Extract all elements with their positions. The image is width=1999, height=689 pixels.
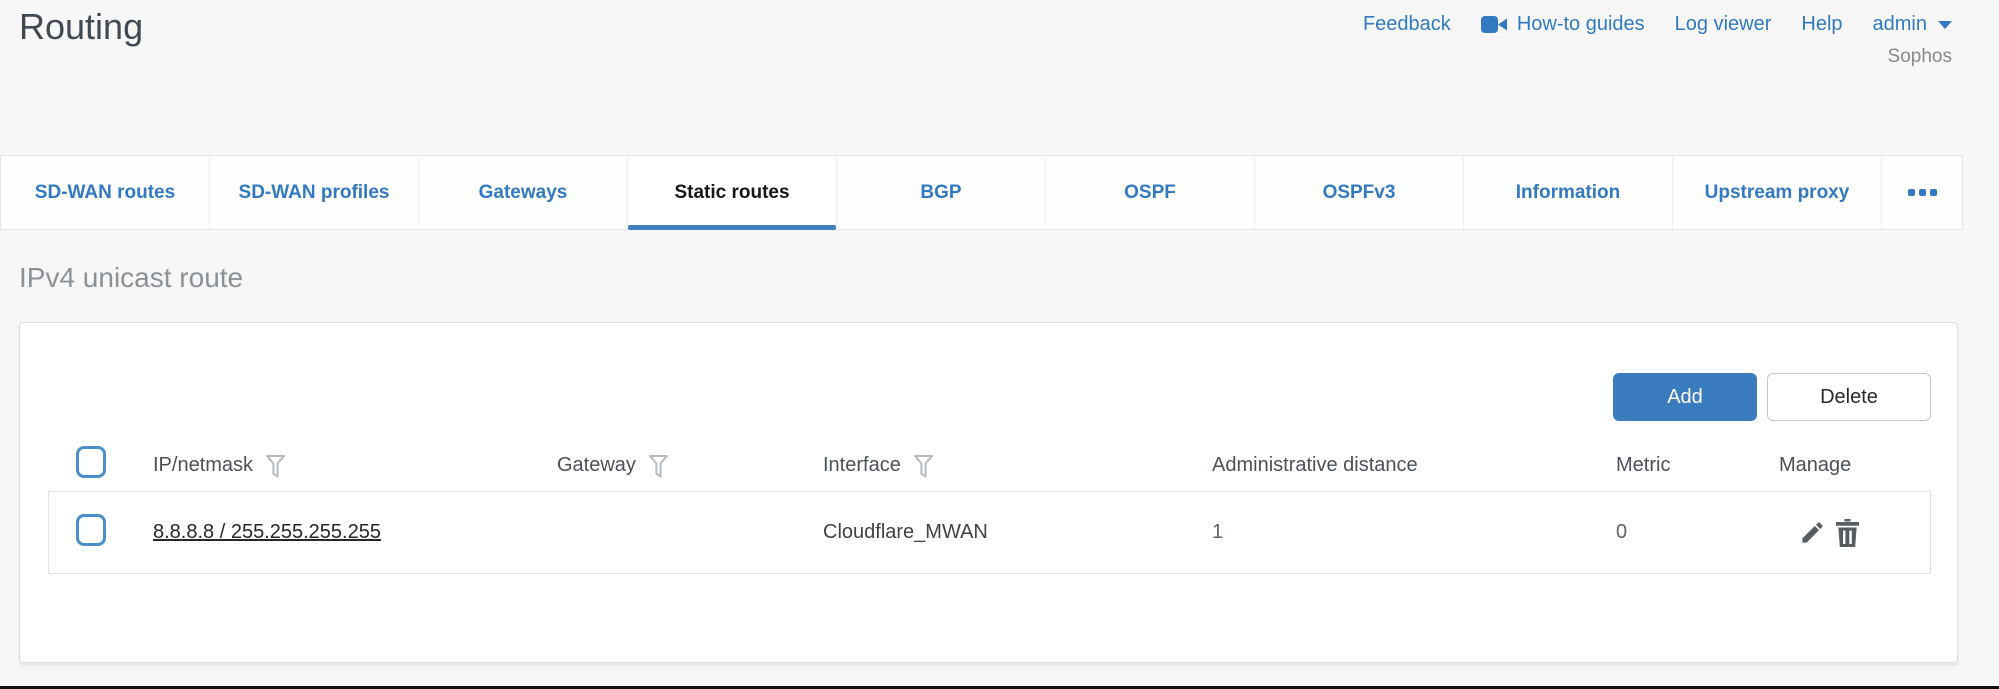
column-header-metric: Metric [1616,454,1779,477]
video-camera-icon [1481,15,1508,34]
tab-ospf[interactable]: OSPF [1046,156,1255,229]
delete-button[interactable]: Delete [1767,373,1931,421]
trash-icon[interactable] [1835,519,1860,547]
column-header-gateway: Gateway [557,450,823,481]
tab-bgp[interactable]: BGP [837,156,1046,229]
tab-sdwan-profiles[interactable]: SD-WAN profiles [210,156,419,229]
add-button[interactable]: Add [1613,373,1757,421]
tab-more-overflow[interactable] [1882,156,1962,229]
select-all-checkbox[interactable] [76,446,106,478]
table-actions: Add Delete [1613,373,1931,421]
pencil-icon[interactable] [1799,519,1826,546]
ellipsis-icon [1908,189,1937,196]
tab-information[interactable]: Information [1464,156,1673,229]
ip-netmask-link[interactable]: 8.8.8.8 / 255.255.255.255 [153,521,381,543]
routes-card: Add Delete IP/netmask Gateway [19,322,1958,663]
metric-cell: 0 [1616,521,1779,544]
administrative-distance-cell: 1 [1212,521,1616,544]
brand-label: Sophos [1888,46,1952,68]
column-header-interface: Interface [823,450,1212,481]
table-row: 8.8.8.8 / 255.255.255.255 Cloudflare_MWA… [48,491,1931,574]
help-link[interactable]: Help [1801,13,1842,36]
tab-bar: SD-WAN routes SD-WAN profiles Gateways S… [0,155,1963,230]
column-header-ip-netmask: IP/netmask [153,450,557,481]
row-checkbox[interactable] [76,514,106,546]
tab-static-routes[interactable]: Static routes [628,156,837,229]
tab-ospfv3[interactable]: OSPFv3 [1255,156,1464,229]
manage-cell [1779,519,1919,547]
tab-gateways[interactable]: Gateways [419,156,628,229]
page-title: Routing [19,6,143,48]
table-header: IP/netmask Gateway Interface [76,443,1937,487]
funnel-icon[interactable] [265,454,286,481]
admin-menu[interactable]: admin [1873,13,1952,36]
tab-upstream-proxy[interactable]: Upstream proxy [1673,156,1882,229]
column-header-administrative-distance: Administrative distance [1212,454,1616,477]
tab-sdwan-routes[interactable]: SD-WAN routes [1,156,210,229]
routing-page: Routing Feedback How-to guides Log viewe… [0,0,1999,689]
funnel-icon[interactable] [648,454,669,481]
column-header-manage: Manage [1779,454,1919,477]
utility-nav: Feedback How-to guides Log viewer Help a… [1363,13,1952,36]
interface-cell: Cloudflare_MWAN [823,521,1212,544]
chevron-down-icon [1938,21,1952,29]
feedback-link[interactable]: Feedback [1363,13,1451,36]
section-title: IPv4 unicast route [19,262,243,294]
funnel-icon[interactable] [913,454,934,481]
log-viewer-link[interactable]: Log viewer [1675,13,1772,36]
howto-guides-link[interactable]: How-to guides [1481,13,1645,36]
